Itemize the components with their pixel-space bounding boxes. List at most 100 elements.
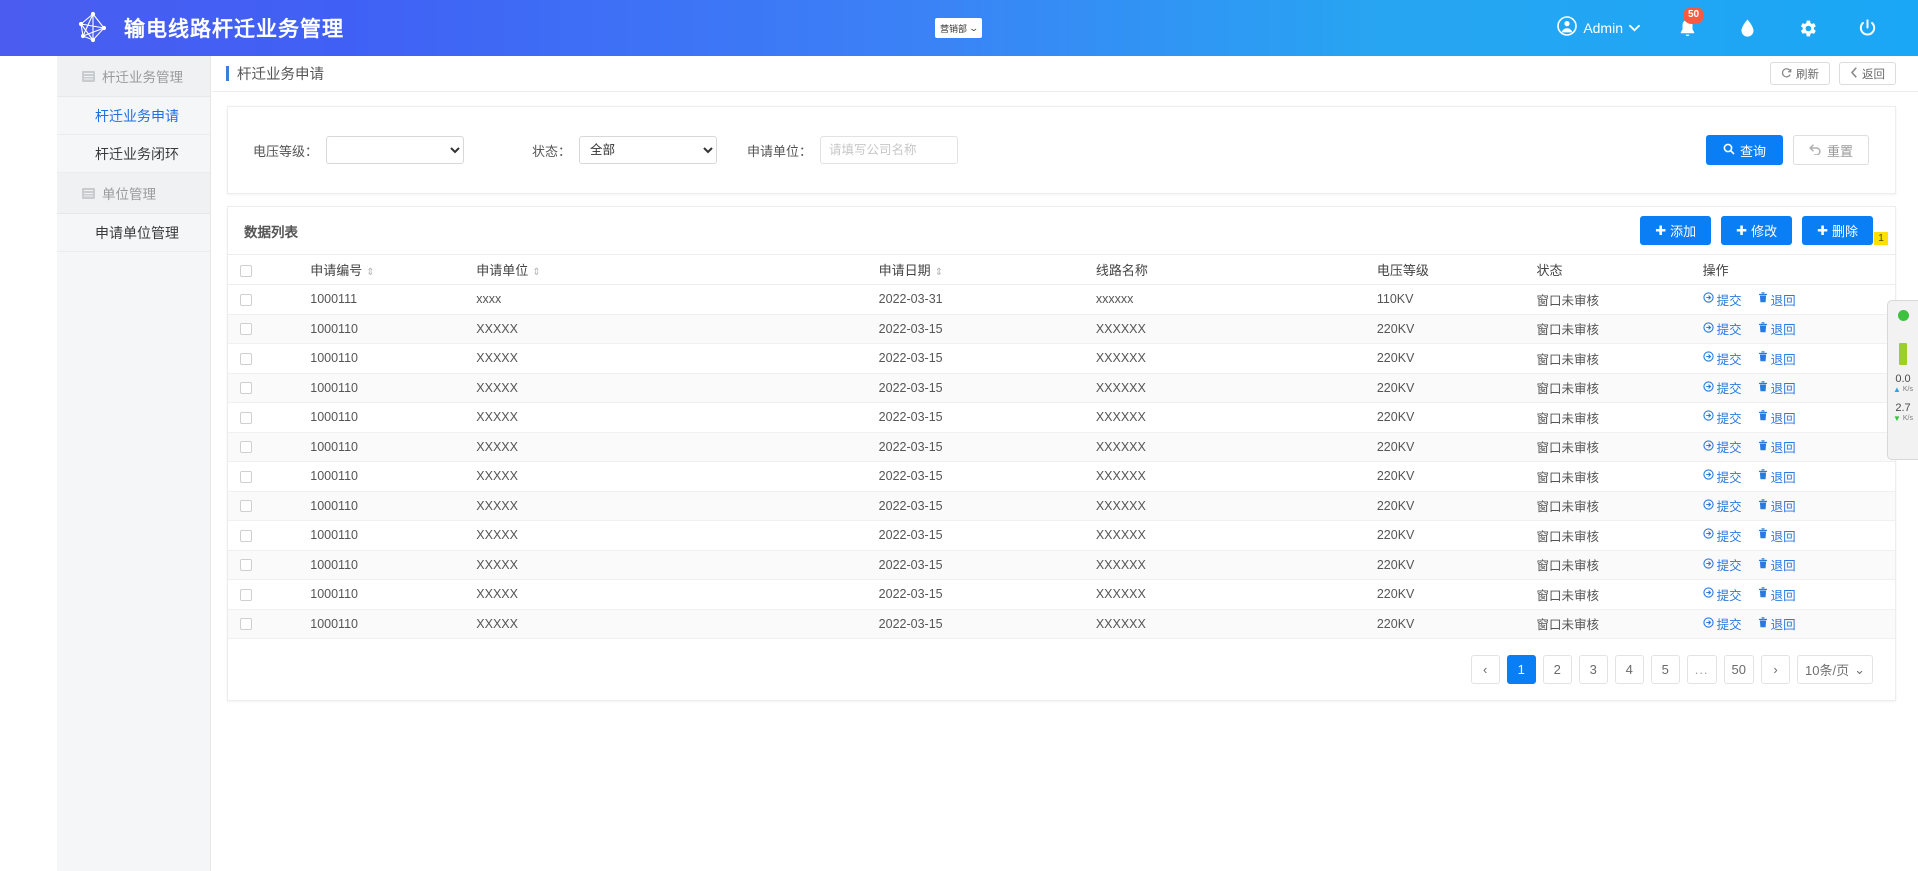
table-row[interactable]: 1000110 XXXXX 2022-03-15 XXXXXX 220KV 窗口未审核 提交… <box>228 461 1895 492</box>
page-number-button[interactable]: 4 <box>1614 655 1644 684</box>
row-checkbox[interactable] <box>240 441 252 454</box>
cell-select[interactable] <box>228 314 299 344</box>
table-row[interactable]: 1000110 XXXXX 2022-03-15 XXXXXX 220KV 窗口未审核 提交… <box>228 402 1895 433</box>
submit-action[interactable]: 提交 <box>1702 290 1742 309</box>
page-number-button[interactable]: 3 <box>1578 655 1608 684</box>
submit-action[interactable]: 提交 <box>1702 585 1742 604</box>
row-checkbox[interactable] <box>240 529 252 542</box>
query-button[interactable]: 查询 <box>1705 135 1783 165</box>
submit-action[interactable]: 提交 <box>1702 496 1742 515</box>
sidebar-group-unit-management[interactable]: 单位管理 <box>57 173 210 214</box>
row-checkbox[interactable] <box>240 500 252 513</box>
refresh-button[interactable]: 刷新 <box>1770 62 1830 85</box>
table-row[interactable]: 1000110 XXXXX 2022-03-15 XXXXXX 220KV 窗口未审核 提交… <box>228 314 1895 344</box>
cell-select[interactable] <box>228 550 299 580</box>
table-row[interactable]: 1000110 XXXXX 2022-03-15 XXXXXX 220KV 窗口未审核 提交… <box>228 432 1895 462</box>
row-checkbox[interactable] <box>240 323 252 336</box>
cell-voltage-level: 110KV <box>1364 284 1525 315</box>
return-action[interactable]: 退回 <box>1758 614 1796 633</box>
th-application-date[interactable]: 申请日期 ⇕ <box>866 254 1084 285</box>
back-button[interactable]: 返回 <box>1839 62 1896 85</box>
trash-icon <box>1758 499 1768 513</box>
cell-select[interactable] <box>228 343 299 374</box>
cell-select[interactable] <box>228 491 299 521</box>
page-number-button[interactable]: 2 <box>1542 655 1572 684</box>
submit-action[interactable]: 提交 <box>1702 319 1742 338</box>
cell-select[interactable] <box>228 579 299 610</box>
return-action[interactable]: 退回 <box>1758 378 1796 397</box>
network-speed-widget[interactable]: 0.0 ▲ K/s 2.7 ▼ K/s <box>1887 300 1918 460</box>
cell-select[interactable] <box>228 284 299 315</box>
table-row[interactable]: 1000110 XXXXX 2022-03-15 XXXXXX 220KV 窗口未审核 提交… <box>228 343 1895 374</box>
cell-select[interactable] <box>228 461 299 492</box>
cell-select[interactable] <box>228 402 299 433</box>
row-checkbox[interactable] <box>240 559 252 572</box>
cell-select[interactable] <box>228 520 299 551</box>
submit-action[interactable]: 提交 <box>1702 614 1742 633</box>
reset-button[interactable]: 重置 <box>1792 135 1869 165</box>
table-row[interactable]: 1000110 XXXXX 2022-03-15 XXXXXX 220KV 窗口未审核 提交… <box>228 373 1895 403</box>
settings-button[interactable] <box>1794 15 1820 41</box>
notifications-button[interactable]: 50 <box>1674 7 1704 41</box>
table-row[interactable]: 1000110 XXXXX 2022-03-15 XXXXXX 220KV 窗口未审核 提交… <box>228 520 1895 551</box>
submit-action[interactable]: 提交 <box>1702 437 1742 456</box>
edit-button[interactable]: ✚ 修改 <box>1721 216 1793 245</box>
table-row[interactable]: 1000110 XXXXX 2022-03-15 XXXXXX 220KV 窗口未审核 提交… <box>228 579 1895 610</box>
submit-action[interactable]: 提交 <box>1702 555 1742 574</box>
return-action[interactable]: 退回 <box>1758 290 1796 309</box>
submit-action[interactable]: 提交 <box>1702 408 1742 427</box>
sidebar-group-pole-business[interactable]: 杆迁业务管理 <box>57 56 210 97</box>
sidebar: 杆迁业务管理 杆迁业务申请 杆迁业务闭环 单位管理 申请单位管理 <box>57 56 211 871</box>
add-button[interactable]: ✚ 添加 <box>1640 216 1712 245</box>
theme-button[interactable] <box>1734 15 1760 41</box>
submit-action[interactable]: 提交 <box>1702 467 1742 486</box>
return-action[interactable]: 退回 <box>1758 408 1796 427</box>
row-checkbox[interactable] <box>240 411 252 424</box>
page-number-button[interactable]: 1 <box>1506 655 1536 684</box>
return-action[interactable]: 退回 <box>1758 585 1796 604</box>
table-row[interactable]: 1000110 XXXXX 2022-03-15 XXXXXX 220KV 窗口未审核 提交… <box>228 609 1895 639</box>
row-checkbox[interactable] <box>240 618 252 631</box>
table-row[interactable]: 1000110 XXXXX 2022-03-15 XXXXXX 220KV 窗口未审核 提交… <box>228 550 1895 580</box>
page-prev-button[interactable]: ‹ <box>1470 655 1500 684</box>
sidebar-item-applicant-unit[interactable]: 申请单位管理 <box>57 214 210 252</box>
department-select[interactable]: 营销部 ⌄ <box>935 18 982 38</box>
return-action[interactable]: 退回 <box>1758 319 1796 338</box>
voltage-select[interactable] <box>326 136 465 164</box>
page-next-button[interactable]: › <box>1761 655 1791 684</box>
page-number-button[interactable]: 50 <box>1723 655 1755 684</box>
submit-action[interactable]: 提交 <box>1702 378 1742 397</box>
return-action[interactable]: 退回 <box>1758 437 1796 456</box>
return-action[interactable]: 退回 <box>1758 555 1796 574</box>
row-checkbox[interactable] <box>240 352 252 365</box>
sidebar-item-pole-application[interactable]: 杆迁业务申请 <box>57 97 210 135</box>
row-checkbox[interactable] <box>240 588 252 601</box>
return-action[interactable]: 退回 <box>1758 467 1796 486</box>
return-action[interactable]: 退回 <box>1758 349 1796 368</box>
row-checkbox[interactable] <box>240 470 252 483</box>
submit-action[interactable]: 提交 <box>1702 526 1742 545</box>
status-select[interactable]: 全部 <box>579 136 718 164</box>
return-action[interactable]: 退回 <box>1758 526 1796 545</box>
logout-button[interactable] <box>1854 15 1880 41</box>
th-applicant-unit[interactable]: 申请单位 ⇕ <box>464 254 867 285</box>
sidebar-item-pole-closure[interactable]: 杆迁业务闭环 <box>57 135 210 173</box>
row-checkbox[interactable] <box>240 293 252 306</box>
user-menu[interactable]: Admin <box>1557 15 1640 41</box>
delete-button[interactable]: ✚ 删除 <box>1802 216 1873 245</box>
th-application-no[interactable]: 申请编号 ⇕ <box>298 254 465 285</box>
row-checkbox[interactable] <box>240 382 252 395</box>
th-select-all[interactable] <box>228 254 299 285</box>
cell-select[interactable] <box>228 373 299 403</box>
table-row[interactable]: 1000110 XXXXX 2022-03-15 XXXXXX 220KV 窗口未审核 提交… <box>228 491 1895 521</box>
cell-select[interactable] <box>228 432 299 462</box>
unit-input[interactable] <box>820 136 959 164</box>
select-all-checkbox[interactable] <box>240 264 252 277</box>
submit-action[interactable]: 提交 <box>1702 349 1742 368</box>
page-number-button[interactable]: 5 <box>1650 655 1680 684</box>
page-size-select[interactable]: 10条/页 ⌄ <box>1797 655 1873 684</box>
table-row[interactable]: 1000111 xxxx 2022-03-31 xxxxxx 110KV 窗口未审核 提交 退… <box>228 284 1895 315</box>
return-label: 退回 <box>1770 588 1796 603</box>
return-action[interactable]: 退回 <box>1758 496 1796 515</box>
cell-select[interactable] <box>228 609 299 639</box>
